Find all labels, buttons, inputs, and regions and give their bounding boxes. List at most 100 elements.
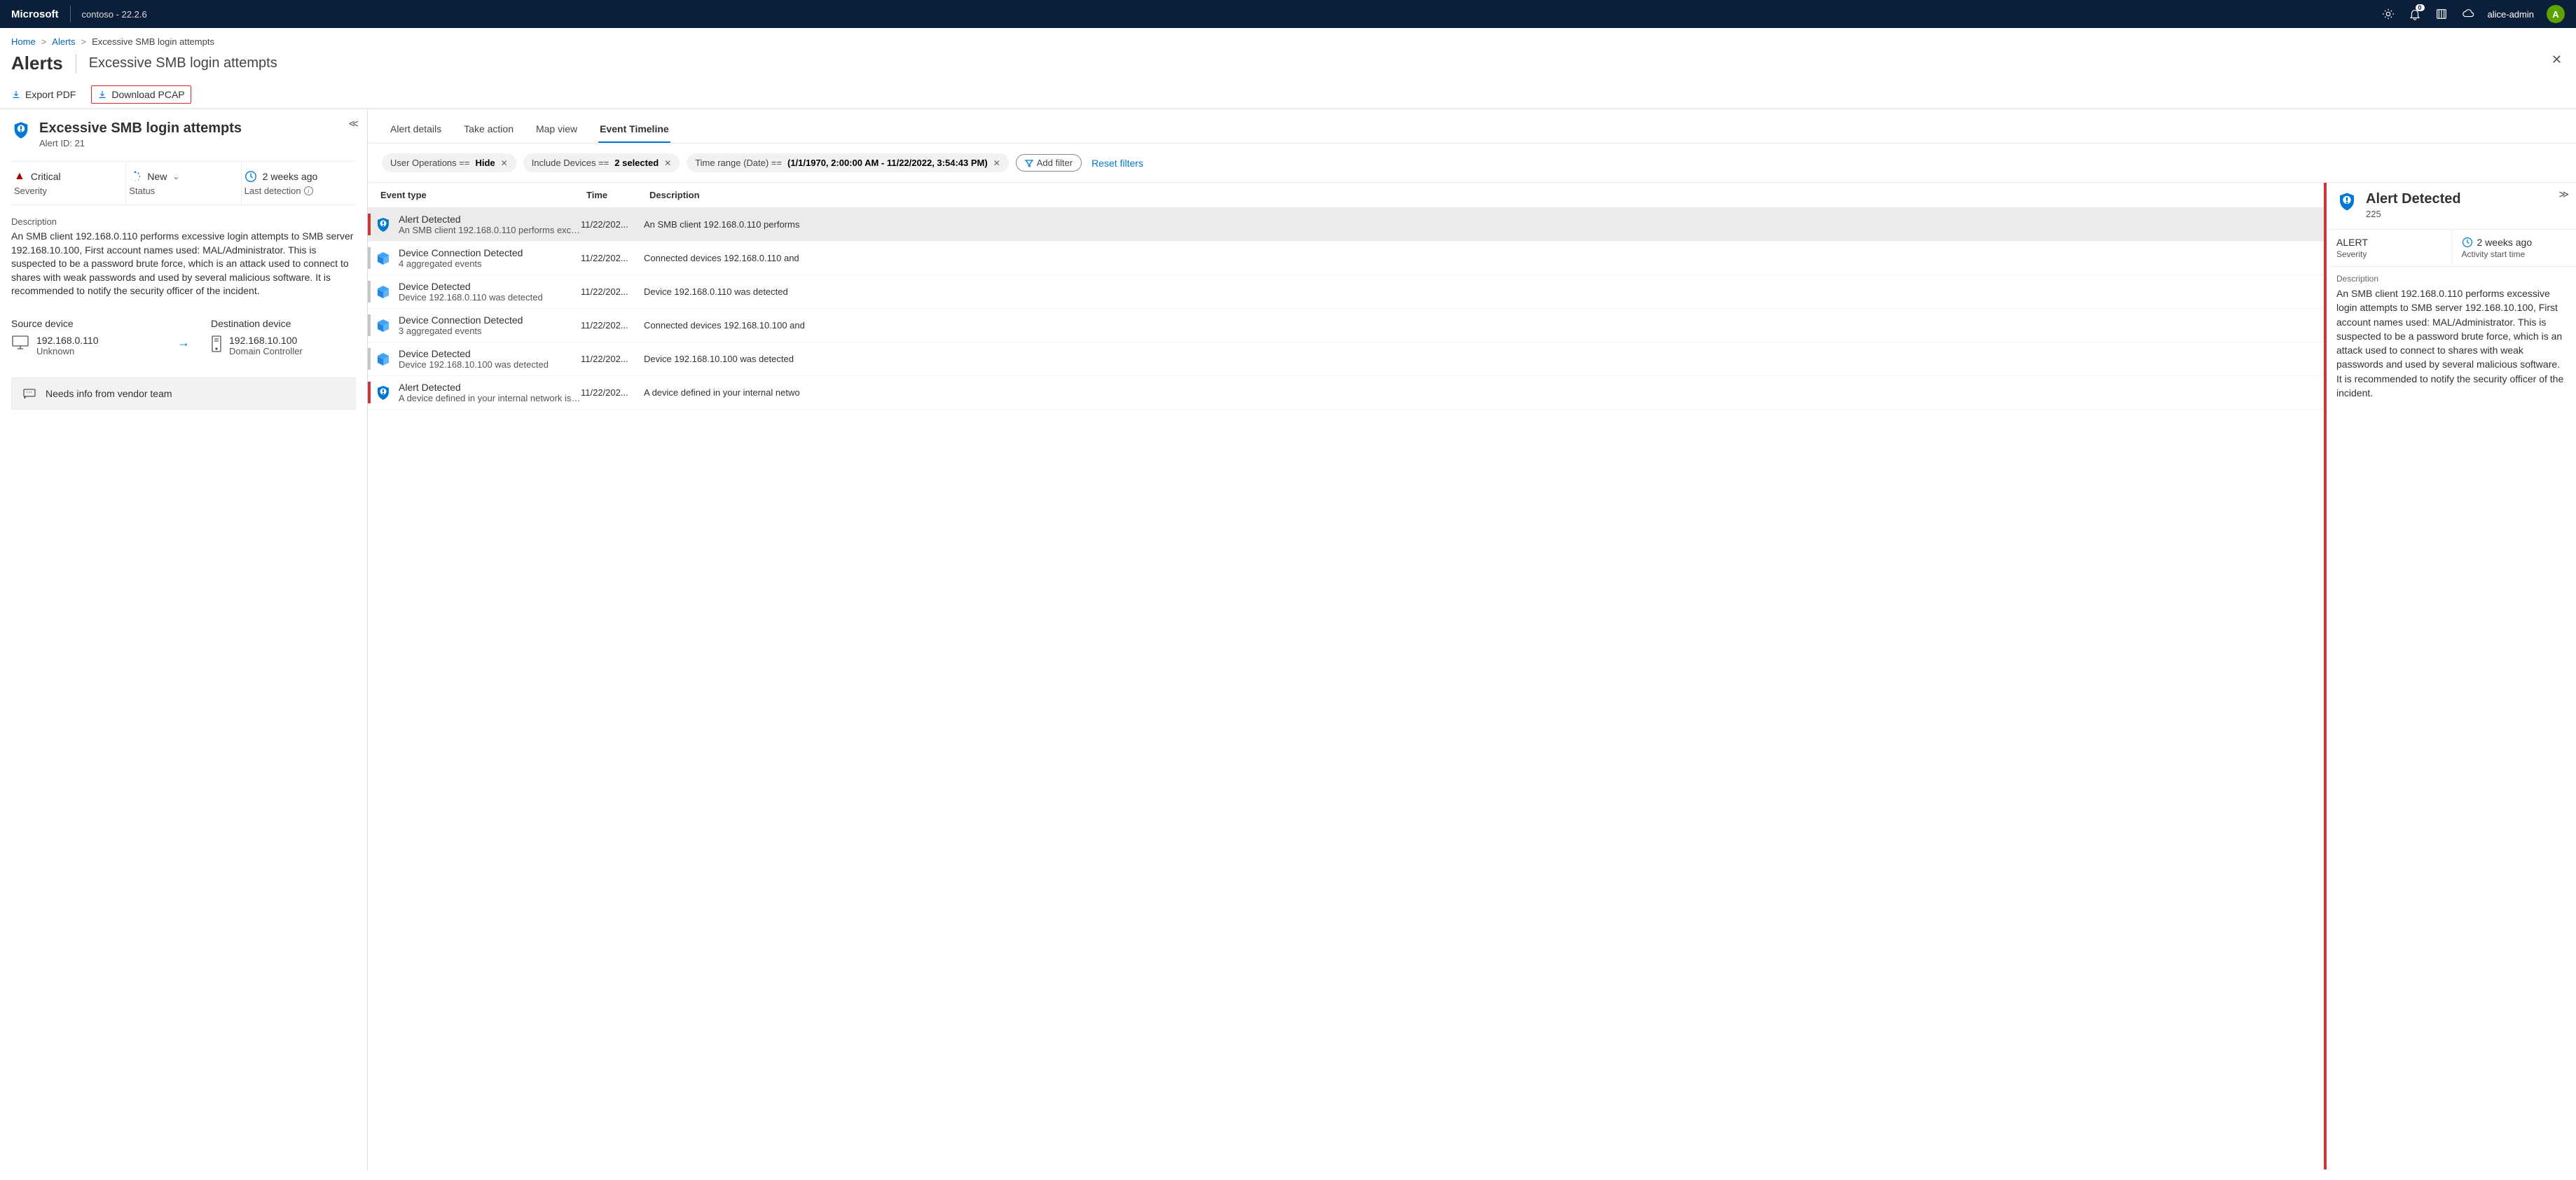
event-subtitle: 4 aggregated events [399,258,581,269]
filter-icon [1025,159,1033,167]
status-value: New [147,171,167,182]
tab-event-timeline[interactable]: Event Timeline [598,119,670,143]
col-event-type[interactable]: Event type [376,190,586,200]
top-nav: Microsoft contoso - 22.2.6 0 alice-admin… [0,0,2576,28]
clock-icon [2462,237,2473,248]
event-time: 11/22/202... [581,286,644,297]
export-pdf-label: Export PDF [25,89,76,100]
col-time[interactable]: Time [586,190,649,200]
reset-filters-link[interactable]: Reset filters [1091,158,1143,169]
severity-bar [368,314,371,336]
severity-bar [368,247,371,269]
critical-icon: ▲ [14,170,25,183]
event-title: Device Connection Detected [399,314,581,326]
event-row[interactable]: Alert Detected A device defined in your i… [368,376,2324,410]
collapse-panel-icon[interactable]: ≪ [348,118,359,130]
add-filter-label: Add filter [1037,158,1073,168]
detection-value: 2 weeks ago [263,171,318,182]
chat-icon [23,389,36,398]
notification-badge: 0 [2416,4,2425,11]
breadcrumb-alerts[interactable]: Alerts [52,36,75,47]
event-time: 11/22/202... [581,354,644,364]
download-pcap-label: Download PCAP [111,89,184,100]
event-description: A device defined in your internal netwo [644,387,2315,398]
arrow-icon: → [177,335,190,350]
download-pcap-button[interactable]: Download PCAP [91,85,191,104]
source-device-label: Source device [11,318,156,329]
bell-icon[interactable]: 0 [2408,7,2422,21]
status-dropdown[interactable]: New ⌄ [129,170,235,183]
alert-title: Excessive SMB login attempts [39,120,242,137]
dest-device-label: Destination device [211,318,356,329]
server-icon [211,335,222,353]
event-description: Device 192.168.10.100 was detected [644,354,2315,364]
event-time: 11/22/202... [581,219,644,230]
event-row[interactable]: Device DetectedDevice 192.168.10.100 was… [368,342,2324,376]
add-filter-button[interactable]: Add filter [1016,154,1082,172]
expand-panel-icon[interactable]: ≫ [2558,188,2569,200]
filter-time-range[interactable]: Time range (Date) == (1/1/1970, 2:00:00 … [687,153,1009,172]
event-subtitle: An SMB client 192.168.0.110 performs exc… [399,225,581,235]
book-icon[interactable] [2434,7,2448,21]
breadcrumb-current: Excessive SMB login attempts [92,36,214,47]
event-title: Alert Detected [399,382,581,393]
detection-label: Last detection [244,186,301,196]
cube-icon [375,317,392,334]
close-icon[interactable]: ✕ [2551,53,2562,67]
note-row[interactable]: Needs info from vendor team [11,377,356,410]
remove-filter-icon[interactable]: ✕ [501,158,508,168]
col-description[interactable]: Description [649,190,2315,200]
cloud-icon[interactable] [2461,7,2475,21]
divider [70,6,71,22]
event-title: Alert Detected [399,214,581,225]
toolbar: Export PDF Download PCAP [0,81,2576,109]
remove-filter-icon[interactable]: ✕ [993,158,1000,168]
description-label: Description [11,216,356,227]
dest-name: Domain Controller [229,346,303,356]
filter-include-devices[interactable]: Include Devices == 2 selected ✕ [523,153,680,172]
severity-value: Critical [31,171,61,182]
event-description: Device 192.168.0.110 was detected [644,286,2315,297]
filter-value: (1/1/1970, 2:00:00 AM - 11/22/2022, 3:54… [787,158,988,168]
alert-summary-panel: ≪ Excessive SMB login attempts Alert ID:… [0,109,368,1169]
filter-key: Include Devices == [532,158,609,168]
info-icon[interactable]: i [304,186,313,195]
tab-alert-details[interactable]: Alert details [389,119,443,143]
event-row[interactable]: Device Connection Detected4 aggregated e… [368,242,2324,275]
filter-user-operations[interactable]: User Operations == Hide ✕ [382,153,516,172]
shield-icon [375,216,392,233]
event-row[interactable]: Device DetectedDevice 192.168.0.110 was … [368,275,2324,309]
export-pdf-button[interactable]: Export PDF [6,86,81,103]
avatar[interactable]: A [2547,5,2565,23]
page-title: Alerts [11,53,63,74]
filter-value: Hide [475,158,495,168]
severity-bar [368,214,371,235]
detail-title: Alert Detected [2366,191,2461,207]
cube-icon [375,250,392,267]
event-description: Connected devices 192.168.0.110 and [644,253,2315,263]
chevron-down-icon: ⌄ [172,172,179,181]
event-time: 11/22/202... [581,387,644,398]
event-subtitle: 3 aggregated events [399,326,581,336]
gear-icon[interactable] [2381,7,2395,21]
tab-take-action[interactable]: Take action [462,119,515,143]
event-row[interactable]: Alert DetectedAn SMB client 192.168.0.11… [368,208,2324,242]
table-header: Event type Time Description [368,183,2324,208]
alert-id-label: Alert ID: 21 [39,138,242,148]
event-row[interactable]: Device Connection Detected3 aggregated e… [368,309,2324,342]
remove-filter-icon[interactable]: ✕ [664,158,671,168]
event-description: Connected devices 192.168.10.100 and [644,320,2315,331]
tab-map-view[interactable]: Map view [535,119,579,143]
breadcrumb-home[interactable]: Home [11,36,36,47]
username-label: alice-admin [2488,9,2534,20]
event-title: Device Detected [399,348,581,359]
breadcrumb: Home > Alerts > Excessive SMB login atte… [0,28,2576,50]
event-subtitle: Device 192.168.0.110 was detected [399,292,581,303]
event-subtitle: Device 192.168.10.100 was detected [399,359,581,370]
brand-label: Microsoft [11,8,59,20]
shield-icon [2336,191,2357,212]
status-label: Status [129,186,235,196]
detail-description-text: An SMB client 192.168.0.110 performs exc… [2336,286,2566,400]
event-time: 11/22/202... [581,253,644,263]
shield-icon [11,120,31,140]
